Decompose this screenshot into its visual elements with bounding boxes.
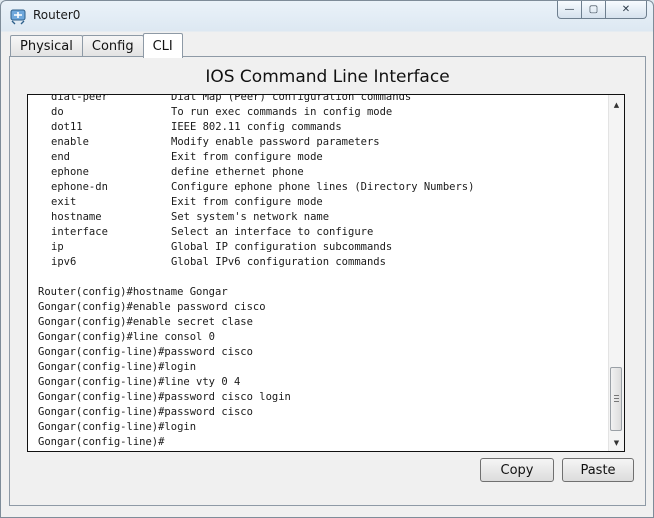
help-command: do [51, 106, 64, 118]
scrollbar-thumb[interactable] [610, 367, 622, 431]
help-description: Dial Map (Peer) configuration commands [171, 94, 412, 103]
help-description: Configure ephone phone lines (Directory … [171, 181, 475, 193]
help-command: ephone [51, 166, 89, 178]
help-row: dot11 IEEE 802.11 config commands [38, 120, 613, 135]
cli-terminal[interactable]: dial-peer Dial Map (Peer) configuration c… [27, 94, 625, 452]
help-row: enable Modify enable password parameters [38, 135, 613, 150]
help-description: Exit from configure mode [171, 196, 323, 208]
help-command: dot11 [51, 121, 83, 133]
help-description: Modify enable password parameters [171, 136, 380, 148]
help-command: exit [51, 196, 77, 208]
help-row: interface Select an interface to configur… [38, 225, 613, 240]
scroll-up-arrow-icon[interactable]: ▲ [609, 97, 624, 112]
help-command: hostname [51, 211, 102, 223]
session-line: Gongar(config-line)#login [38, 361, 197, 373]
help-command: dial-peer [51, 94, 108, 103]
help-row: ephone-dn Configure ephone phone lines (D… [38, 180, 613, 195]
terminal-output[interactable]: dial-peer Dial Map (Peer) configuration c… [38, 94, 613, 450]
help-description: To run exec commands in config mode [171, 106, 393, 118]
help-description: Set system's network name [171, 211, 330, 223]
tab-config[interactable]: Config [81, 35, 144, 57]
help-row: dial-peer Dial Map (Peer) configuration c… [38, 94, 613, 105]
help-command: enable [51, 136, 89, 148]
help-row: exit Exit from configure mode [38, 195, 613, 210]
window-controls: — ▢ ✕ [557, 1, 647, 21]
minimize-icon: — [564, 4, 575, 15]
close-button[interactable]: ✕ [605, 1, 647, 19]
tab-physical[interactable]: Physical [10, 35, 83, 57]
tab-bar: Physical Config CLI [10, 33, 183, 58]
help-description: Exit from configure mode [171, 151, 323, 163]
copy-button[interactable]: Copy [480, 458, 554, 482]
help-command: ip [51, 241, 64, 253]
help-command: ephone-dn [51, 181, 108, 193]
help-command: ipv6 [51, 256, 77, 268]
session-line: Router(config)#hostname Gongar [38, 286, 228, 298]
help-description: define ethernet phone [171, 166, 304, 178]
help-row: hostname Set system's network name [38, 210, 613, 225]
session-line: Gongar(config-line)#line vty 0 4 [38, 376, 241, 388]
maximize-icon: ▢ [588, 4, 599, 15]
help-description: Global IPv6 configuration commands [171, 256, 386, 268]
session-line: Gongar(config-line)#password cisco [38, 406, 253, 418]
title-bar[interactable]: Router0 — ▢ ✕ [1, 1, 653, 31]
help-row: do To run exec commands in config mode [38, 105, 613, 120]
minimize-button[interactable]: — [557, 1, 582, 19]
scroll-down-arrow-icon[interactable]: ▼ [609, 435, 624, 450]
help-command: end [51, 151, 70, 163]
maximize-button[interactable]: ▢ [581, 1, 606, 19]
session-line: Gongar(config-line)#login [38, 421, 197, 433]
help-row: ipv6 Global IPv6 configuration commands [38, 255, 613, 270]
session-line: Gongar(config-line)#password cisco login [38, 391, 291, 403]
help-description: IEEE 802.11 config commands [171, 121, 342, 133]
session-line: Gongar(config-line)# [38, 436, 165, 448]
help-description: Global IP configuration subcommands [171, 241, 393, 253]
close-icon: ✕ [621, 4, 631, 15]
router-app-icon [10, 9, 26, 25]
session-line: Gongar(config)#line consol 0 [38, 331, 216, 343]
session-line: Gongar(config-line)#password cisco [38, 346, 253, 358]
cli-header: IOS Command Line Interface [205, 67, 450, 87]
session-line: Gongar(config)#enable secret clase [38, 316, 253, 328]
help-row: end Exit from configure mode [38, 150, 613, 165]
help-row: ephone define ethernet phone [38, 165, 613, 180]
paste-button[interactable]: Paste [562, 458, 634, 482]
terminal-scrollbar[interactable]: ▲ ▼ [608, 95, 624, 451]
tab-cli[interactable]: CLI [142, 33, 183, 58]
help-command: interface [51, 226, 108, 238]
router-window: Router0 — ▢ ✕ Physical Config CLI IOS Co… [0, 0, 654, 518]
help-description: Select an interface to configure [171, 226, 374, 238]
window-title: Router0 [33, 8, 81, 22]
help-row: ip Global IP configuration subcommands [38, 240, 613, 255]
session-line: Gongar(config)#enable password cisco [38, 301, 266, 313]
cli-panel: IOS Command Line Interface dial-peer Dial… [9, 56, 646, 506]
